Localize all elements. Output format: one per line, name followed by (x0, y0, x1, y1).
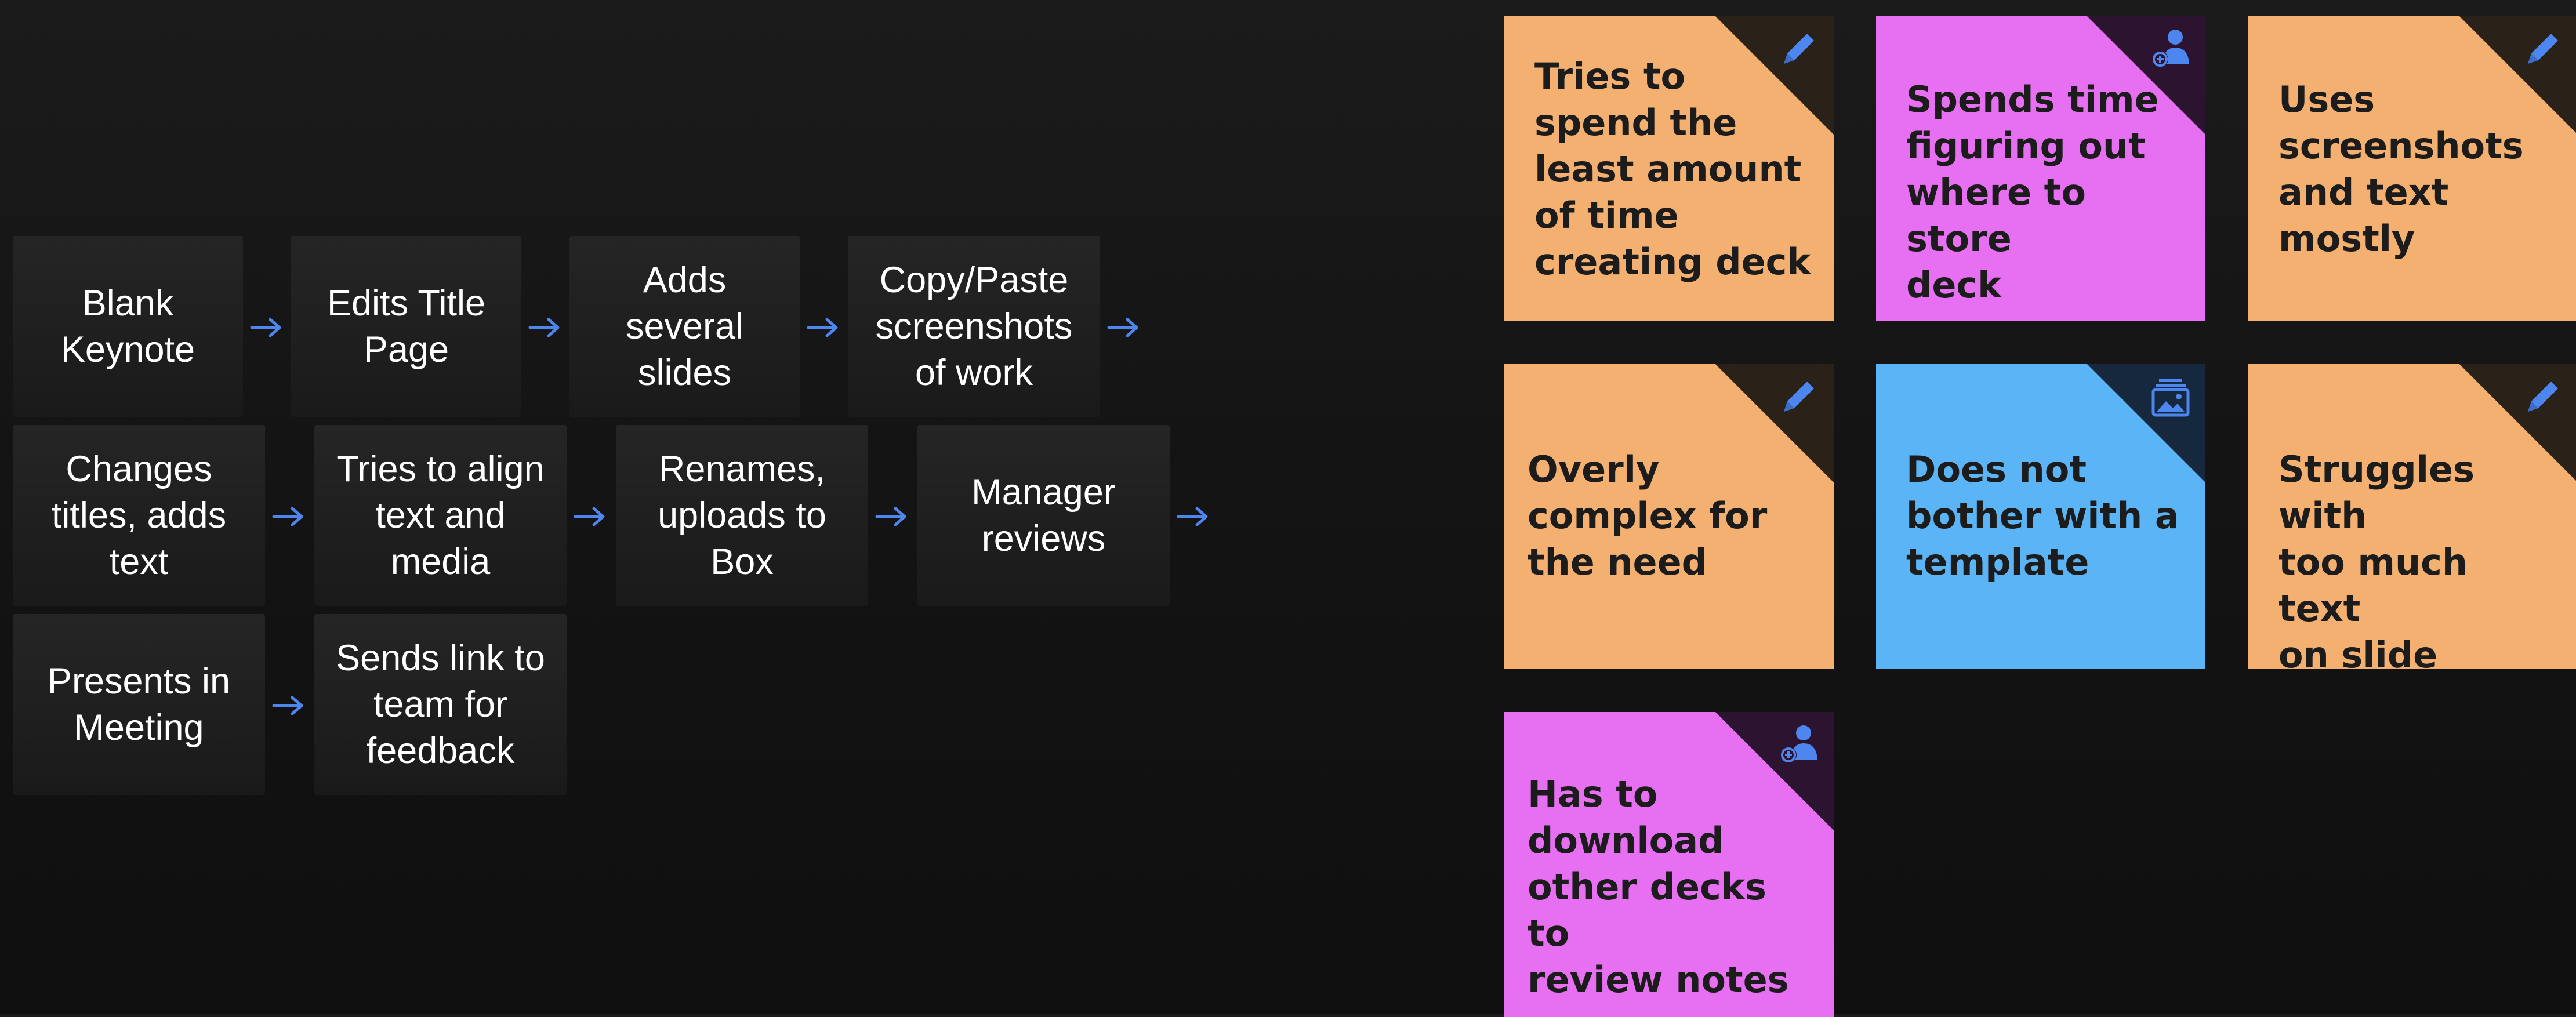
step-label: Sends link to team for feedback (336, 638, 545, 771)
step-edits-title-page[interactable]: Edits Title Page (291, 236, 521, 417)
sticky-note[interactable]: Struggles with too much text on slide (2248, 364, 2576, 669)
arrow-right-icon (1106, 316, 1141, 339)
step-changes-titles[interactable]: Changes titles, adds text (13, 425, 265, 606)
arrow-right-icon (528, 316, 563, 339)
arrow-right-icon (249, 316, 284, 339)
step-label: Edits Title Page (326, 283, 486, 370)
note-text: Has to download other decks to review no… (1528, 773, 1789, 1001)
step-label: Renames, uploads to Box (658, 449, 826, 582)
sticky-note[interactable]: Uses screenshots and text mostly (2248, 16, 2576, 321)
step-label: Blank Keynote (60, 283, 195, 370)
step-label: Copy/Paste screenshots of work (875, 260, 1073, 393)
step-presents-in-meeting[interactable]: Presents in Meeting (13, 614, 265, 795)
arrow-right-icon (875, 505, 909, 528)
add-person-icon (1776, 721, 1822, 768)
note-text: Spends time figuring out where to store … (1906, 78, 2159, 306)
process-flow: Blank Keynote Edits Title Page Adds seve… (0, 0, 1392, 1014)
note-text: Overly complex for the need (1528, 448, 1768, 583)
sticky-note[interactable]: Tries to spend the least amount of time … (1504, 16, 1834, 321)
step-label: Manager reviews (971, 472, 1116, 559)
note-text: Tries to spend the least amount of time … (1534, 55, 1811, 283)
step-manager-reviews[interactable]: Manager reviews (917, 425, 1170, 606)
sticky-note[interactable]: Overly complex for the need (1504, 364, 1834, 669)
step-copy-paste-screenshots[interactable]: Copy/Paste screenshots of work (848, 236, 1100, 417)
arrow-right-icon (271, 694, 306, 717)
arrow-right-icon (573, 505, 608, 528)
arrow-right-icon (271, 505, 306, 528)
sticky-note[interactable]: Does not bother with a template (1876, 364, 2205, 669)
sticky-note[interactable]: Spends time figuring out where to store … (1876, 16, 2205, 321)
arrow-right-icon (806, 316, 841, 339)
note-text: Does not bother with a template (1906, 448, 2179, 583)
pencil-icon (1776, 373, 1822, 420)
step-renames-uploads[interactable]: Renames, uploads to Box (616, 425, 868, 606)
step-adds-several-slides[interactable]: Adds several slides (569, 236, 800, 417)
step-sends-link[interactable]: Sends link to team for feedback (314, 614, 567, 795)
step-tries-to-align[interactable]: Tries to align text and media (314, 425, 567, 606)
step-label: Adds several slides (625, 260, 744, 393)
pencil-icon (2520, 373, 2566, 420)
pencil-icon (2520, 26, 2566, 72)
note-text: Uses screenshots and text mostly (2279, 78, 2524, 260)
image-stack-icon (2147, 373, 2194, 420)
arrow-right-icon (1176, 505, 1211, 528)
note-text: Struggles with too much text on slide (2279, 448, 2475, 669)
step-label: Changes titles, adds text (51, 449, 227, 582)
step-label: Presents in Meeting (47, 661, 231, 748)
step-blank-keynote[interactable]: Blank Keynote (13, 236, 243, 417)
add-person-icon (2147, 26, 2194, 72)
step-label: Tries to align text and media (336, 449, 545, 582)
sticky-note[interactable]: Has to download other decks to review no… (1504, 712, 1834, 1017)
